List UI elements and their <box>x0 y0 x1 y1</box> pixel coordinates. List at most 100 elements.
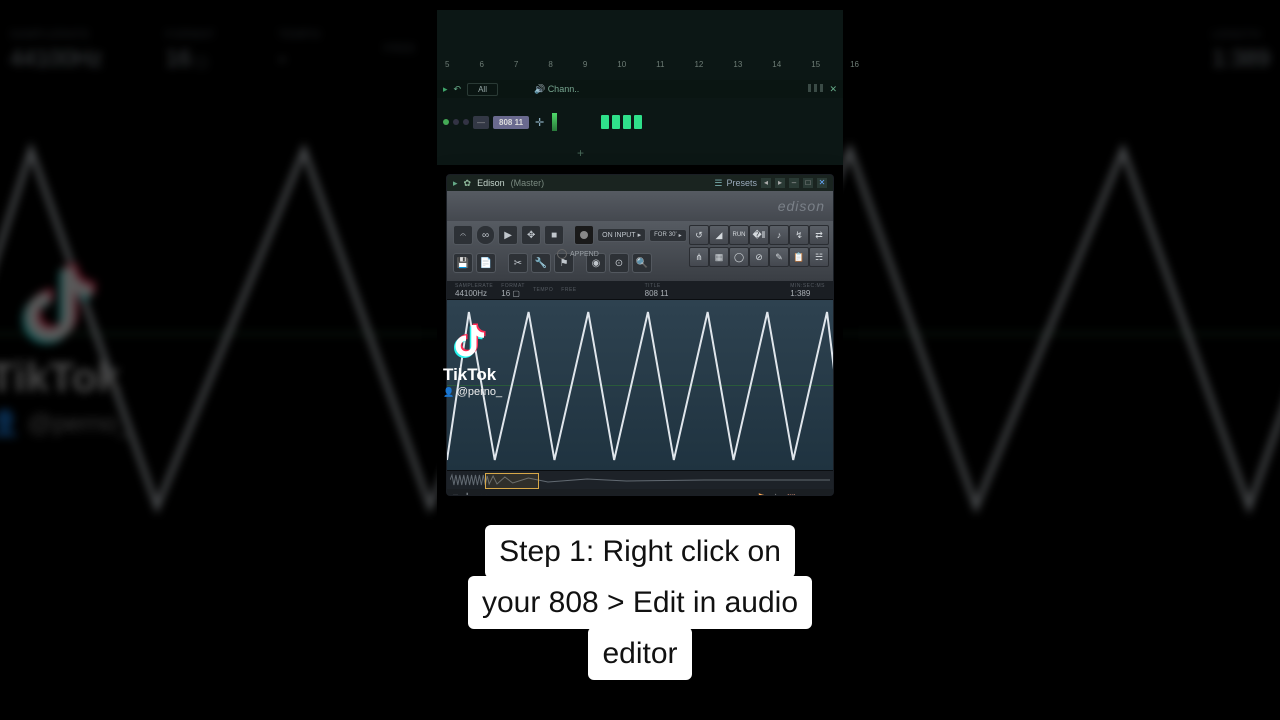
caption-line-3: editor <box>588 627 691 680</box>
record-mode-select[interactable]: ON INPUT ▸ <box>597 228 646 242</box>
edison-toolbar: 𝄐 ∞ ▶ ✥ ■ ON INPUT ▸ FOR 30' ▸ 💾 📄 ✂ 🔧 <box>447 221 833 281</box>
spectrum-tool[interactable]: �⫴ <box>749 225 769 245</box>
undo-icon[interactable]: ↶ <box>454 84 462 95</box>
caption-line-2: your 808 > Edit in audio <box>468 576 812 629</box>
loop-button[interactable]: ∞ <box>476 225 495 245</box>
bg-format-label: FORMAT <box>165 29 215 41</box>
record-button[interactable] <box>574 225 594 245</box>
edison-waveform-display[interactable] <box>447 299 833 471</box>
edison-footer: ▾ ✛ ◂ ▸ ➦ ▸ ⎓ ⚑ ✦ ⬚ ∩ ⇿ <box>447 489 833 496</box>
foot-link-icon[interactable]: ⇿ <box>817 492 827 496</box>
channel-route[interactable]: — <box>473 116 489 129</box>
zoom-sel-icon[interactable]: ⊙ <box>609 253 629 273</box>
maximize-button[interactable]: □ <box>803 178 813 188</box>
bg-tiktok-watermark: TikTok 👤 @perno_ <box>0 255 131 439</box>
foot-arrow-icon[interactable]: ▸ <box>727 492 737 496</box>
undo-tool[interactable]: ↺ <box>689 225 709 245</box>
zoom-icon[interactable]: 🔍 <box>632 253 652 273</box>
bg-samplerate-value: 44100Hz <box>10 44 102 70</box>
step-on[interactable] <box>623 115 631 129</box>
step-on[interactable] <box>612 115 620 129</box>
bg-tempo-value: - <box>278 44 286 70</box>
script-tool[interactable]: 📋 <box>789 247 809 267</box>
time-tool[interactable]: ◯ <box>729 247 749 267</box>
edison-info-bar: SAMPLERATE44100Hz FORMAT16 ▢ TEMPO FREE … <box>447 281 833 299</box>
overview-selection[interactable] <box>485 473 539 489</box>
open-icon[interactable]: 📄 <box>476 253 496 273</box>
presets-button[interactable]: Presets <box>726 178 757 188</box>
save-icon[interactable]: 💾 <box>453 253 473 273</box>
edison-titlebar[interactable]: ▸ ✿ Edison (Master) ☰ Presets ◂ ▸ – □ ✕ <box>447 175 833 191</box>
append-toggle[interactable]: APPEND <box>557 249 599 259</box>
blur-tool[interactable]: ▦ <box>709 247 729 267</box>
prev-preset-button[interactable]: ◂ <box>761 178 771 188</box>
cut-icon[interactable]: ✂ <box>508 253 528 273</box>
play-button[interactable]: ▶ <box>498 225 518 245</box>
bg-samplerate-label: SAMPLERATE <box>10 29 102 41</box>
step-sequencer[interactable] <box>601 115 642 129</box>
minimize-button[interactable]: – <box>789 178 799 188</box>
foot-menu-icon[interactable]: ▾ <box>453 492 458 497</box>
record-duration-select[interactable]: FOR 30' ▸ <box>649 229 687 242</box>
edison-window: ▸ ✿ Edison (Master) ☰ Presets ◂ ▸ – □ ✕ … <box>446 174 834 496</box>
reverb-tool[interactable]: ↯ <box>789 225 809 245</box>
channel-filter[interactable]: All <box>467 83 498 96</box>
play-icon[interactable]: ▸ <box>443 84 448 95</box>
info-length: 1:389 <box>790 290 825 297</box>
channel-row: — 808 11 ✛ <box>437 110 843 134</box>
tiktok-logo-icon <box>15 255 99 349</box>
channel-knob-2[interactable] <box>463 119 469 125</box>
foot-prev-icon[interactable]: ◂ <box>476 492 481 497</box>
gear-icon[interactable]: ✿ <box>464 178 472 189</box>
bg-tempo-label: TEMPO <box>278 29 321 41</box>
info-format: 16 ▢ <box>501 290 525 297</box>
channel-options[interactable]: ✕ <box>808 84 837 95</box>
foot-add-icon[interactable]: ✛ <box>463 492 471 497</box>
envelope-tool[interactable]: ◢ <box>709 225 729 245</box>
foot-lock-icon[interactable]: ∩ <box>802 492 812 496</box>
foot-select-icon[interactable]: ⬚ <box>787 492 797 496</box>
wrench-icon[interactable]: 🔧 <box>531 253 551 273</box>
edison-header: edison <box>447 191 833 221</box>
tune-tool[interactable]: ⋔ <box>689 247 709 267</box>
scrub-button[interactable]: ✥ <box>521 225 541 245</box>
waveform-svg <box>447 300 833 470</box>
edison-overview[interactable] <box>447 471 833 489</box>
next-preset-button[interactable]: ▸ <box>775 178 785 188</box>
channel-knob-1[interactable] <box>453 119 459 125</box>
bg-tiktok-brand: TikTok <box>0 355 131 402</box>
bg-length-value: 1:389 <box>1212 44 1270 70</box>
tiktok-logo-icon <box>451 320 487 360</box>
step-on[interactable] <box>601 115 609 129</box>
triangle-icon[interactable]: ▸ <box>453 178 458 189</box>
channel-enable-led[interactable] <box>443 119 449 125</box>
send-tool[interactable]: ⇄ <box>809 225 829 245</box>
stop-button[interactable]: ■ <box>544 225 564 245</box>
info-title: 808 11 <box>645 290 669 297</box>
foot-next-icon[interactable]: ▸ <box>486 492 491 497</box>
channel-display-label[interactable]: 🔊 Chann.. <box>534 84 579 95</box>
eq-tool[interactable]: RUN <box>729 225 749 245</box>
normalize-tool[interactable]: ♪ <box>769 225 789 245</box>
foot-cut-icon[interactable]: ⎓ <box>742 492 752 496</box>
menu-icon[interactable]: ☰ <box>714 178 722 189</box>
add-channel-button[interactable]: + <box>577 146 584 160</box>
channel-name-button[interactable]: 808 11 <box>493 116 529 129</box>
foot-flag-icon[interactable]: ⚑ <box>757 492 767 496</box>
channel-meter <box>552 113 557 131</box>
foot-send-icon[interactable]: ➦ <box>712 492 722 496</box>
step-on[interactable] <box>634 115 642 129</box>
caption-line-1: Step 1: Right click on <box>485 525 795 578</box>
foot-star-icon[interactable]: ✦ <box>772 492 782 496</box>
close-button[interactable]: ✕ <box>817 178 827 188</box>
edison-context: (Master) <box>511 178 545 188</box>
brush-tool[interactable]: ✎ <box>769 247 789 267</box>
bg-tiktok-handle: 👤 @perno_ <box>0 408 131 438</box>
drum-tool[interactable]: ⊘ <box>749 247 769 267</box>
claw-tool[interactable]: ☵ <box>809 247 829 267</box>
tiktok-brand-text: TikTok <box>443 365 502 385</box>
edison-effects-grid: ↺ ◢ RUN �⫴ ♪ ↯ ⇄ ⋔ ▦ ◯ ⊘ ✎ 📋 ☵ <box>689 225 827 267</box>
channel-add-icon[interactable]: ✛ <box>535 116 544 129</box>
link-icon[interactable]: 𝄐 <box>453 225 473 245</box>
edison-title: Edison <box>477 178 505 188</box>
